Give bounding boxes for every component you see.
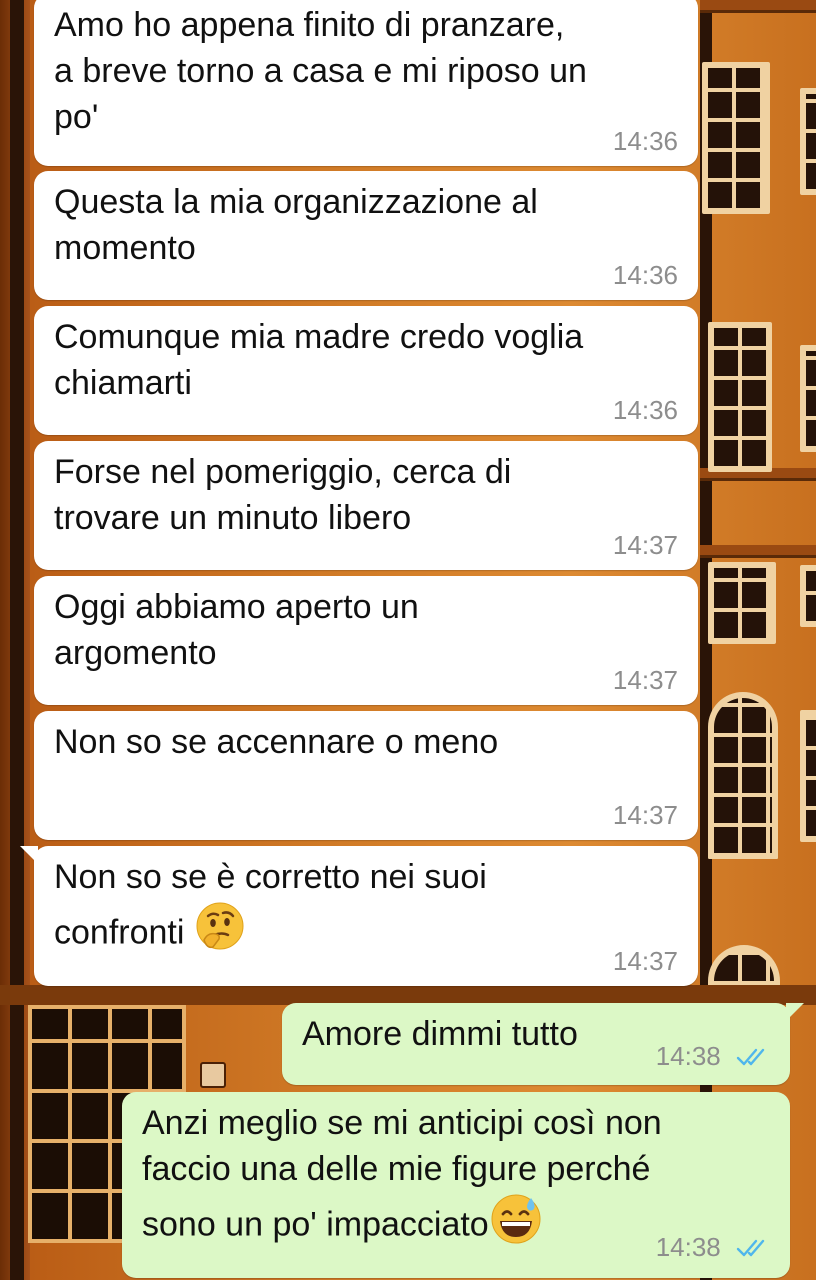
- incoming-message-bubble[interactable]: Comunque mia madre credo voglia chiamart…: [34, 306, 698, 435]
- bubble-tail: [20, 846, 38, 864]
- message-text-line: Amo ho appena finito di pranzare,: [54, 6, 565, 44]
- message-text: Non so se è corretto nei suoi confronti: [54, 854, 678, 956]
- outgoing-message-bubble[interactable]: Amore dimmi tutto 14:38: [282, 1003, 804, 1085]
- incoming-message-bubble[interactable]: Non so se accennare o meno 14:37: [34, 711, 698, 840]
- message-text: Oggi abbiamo aperto un argomento: [54, 584, 678, 676]
- message-text-line: trovare un minuto libero: [54, 499, 412, 537]
- message-timestamp: 14:37: [612, 530, 678, 560]
- message-text: Forse nel pomeriggio, cerca di trovare u…: [54, 449, 678, 541]
- message-text-line: Forse nel pomeriggio, cerca di: [54, 453, 512, 491]
- message-timestamp: 14:38: [655, 1040, 721, 1071]
- message-text-line: argomento: [54, 634, 217, 672]
- message-timestamp: 14:36: [612, 395, 678, 425]
- message-text-line: Questa la mia organizzazione al: [54, 183, 538, 221]
- message-timestamp-group: 14:38: [656, 1232, 770, 1264]
- incoming-message-bubble[interactable]: Forse nel pomeriggio, cerca di trovare u…: [34, 441, 698, 570]
- message-text: Non so se accennare o meno: [54, 719, 678, 765]
- outgoing-message-bubble[interactable]: Anzi meglio se mi anticipi così non facc…: [122, 1092, 790, 1278]
- message-timestamp: 14:36: [612, 260, 678, 290]
- message-text-line: momento: [54, 229, 196, 267]
- message-timestamp: 14:37: [612, 946, 678, 976]
- message-text: Questa la mia organizzazione al momento: [54, 179, 678, 271]
- message-timestamp: 14:37: [612, 665, 678, 695]
- message-text: Anzi meglio se mi anticipi così non facc…: [142, 1100, 770, 1248]
- message-text-line: Comunque mia madre credo voglia: [54, 318, 584, 356]
- message-timestamp: 14:37: [612, 800, 678, 830]
- message-text-line: Oggi abbiamo aperto un: [54, 588, 419, 626]
- message-timestamp-group: 14:38: [656, 1041, 770, 1073]
- read-double-check-icon: [736, 1234, 770, 1264]
- message-text-line: chiamarti: [54, 364, 192, 402]
- message-text-line: Anzi meglio se mi anticipi così non: [142, 1104, 662, 1142]
- message-text-line: Non so se è corretto nei suoi: [54, 858, 487, 896]
- message-text-line: confronti: [54, 913, 185, 952]
- grinning-sweat-emoji: [489, 1192, 543, 1261]
- chat-message-list[interactable]: Amo ho appena finito di pranzare, a brev…: [0, 0, 816, 1280]
- message-text: Amo ho appena finito di pranzare, a brev…: [54, 2, 678, 140]
- incoming-message-bubble[interactable]: Amo ho appena finito di pranzare, a brev…: [34, 0, 698, 166]
- incoming-message-bubble[interactable]: Questa la mia organizzazione al momento …: [34, 171, 698, 300]
- message-text-line: sono un po' impacciato: [142, 1205, 489, 1244]
- message-text-line: faccio una delle mie figure perché: [142, 1150, 651, 1188]
- incoming-message-bubble[interactable]: Non so se è corretto nei suoi confronti: [20, 846, 698, 986]
- message-timestamp: 14:38: [655, 1231, 721, 1262]
- bubble-tail: [786, 1003, 804, 1021]
- message-text-line: Non so se accennare o meno: [54, 723, 499, 761]
- message-text: Comunque mia madre credo voglia chiamart…: [54, 314, 678, 406]
- read-double-check-icon: [736, 1043, 770, 1073]
- message-text-line: a breve torno a casa e mi riposo un: [54, 52, 587, 90]
- message-timestamp: 14:36: [612, 126, 678, 156]
- incoming-message-bubble[interactable]: Oggi abbiamo aperto un argomento 14:37: [34, 576, 698, 705]
- thinking-face-emoji: [194, 900, 246, 969]
- message-text-line: po': [54, 98, 99, 136]
